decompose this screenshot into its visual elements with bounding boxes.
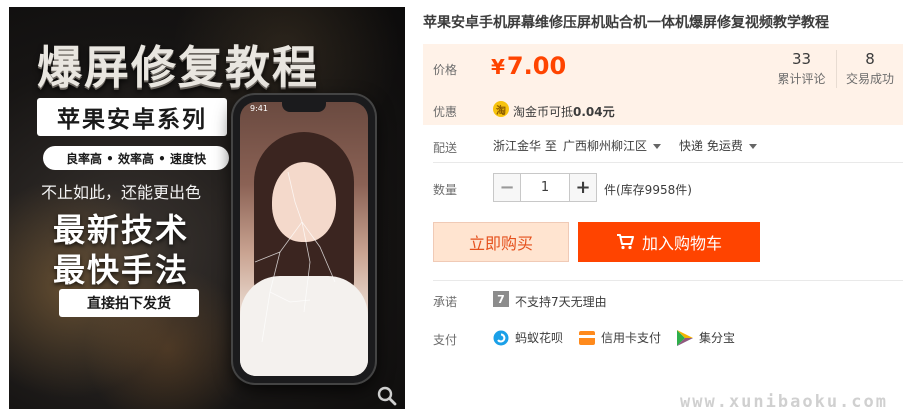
product-main-image[interactable]: 爆屏修复教程 苹果安卓系列 良率高 • 效率高 • 速度快 不止如此，还能更出色…: [9, 7, 405, 409]
review-count: 33: [791, 50, 812, 68]
credit-card-icon: [579, 330, 595, 345]
phone-screen: 9:41: [240, 102, 368, 376]
divider: [433, 280, 903, 281]
sales-count-stat[interactable]: 8 交易成功: [839, 50, 901, 87]
promotion-text-prefix: 淘金币可抵: [513, 105, 574, 119]
phone-status-time: 9:41: [250, 104, 268, 113]
no-7day-return-icon: 7: [493, 291, 509, 307]
price-amount: 7.00: [506, 52, 567, 80]
review-count-label: 累计评论: [777, 72, 826, 86]
shipping-origin: 浙江金华 至: [493, 139, 557, 153]
price-value: ¥7.00: [491, 52, 566, 80]
zoom-icon[interactable]: [376, 385, 398, 407]
stock-text: 件(库存9958件): [604, 183, 692, 197]
payment-huabei-label: 蚂蚁花呗: [515, 331, 564, 345]
cart-icon: [616, 234, 634, 250]
currency-symbol: ¥: [491, 55, 505, 79]
promo-headline: 爆屏修复教程: [37, 41, 320, 94]
promotion-amount: 0.04元: [573, 105, 615, 119]
screen-crack-lines: [254, 171, 336, 343]
promise-label: 承诺: [433, 295, 458, 309]
quantity-increase-button[interactable]: +: [569, 173, 597, 202]
payment-credit-card[interactable]: 信用卡支付: [579, 329, 661, 346]
phone-notch: [282, 102, 326, 112]
buy-now-button[interactable]: 立即购买: [433, 222, 569, 262]
price-label: 价格: [433, 63, 458, 77]
quantity-decrease-button[interactable]: −: [493, 173, 521, 202]
jifenbao-icon: [677, 329, 693, 346]
site-watermark: www.xunibaoku.com: [680, 392, 888, 412]
promo-subline: 不止如此，还能更出色: [41, 183, 202, 202]
shipping-method: 快递 免运费: [679, 139, 743, 153]
sales-count-label: 交易成功: [845, 72, 894, 86]
sales-count: 8: [865, 50, 875, 68]
promise-text: 不支持7天无理由: [515, 295, 607, 309]
payment-jifenbao-label: 集分宝: [699, 331, 736, 345]
payment-label: 支付: [433, 333, 458, 347]
shipping-label: 配送: [433, 141, 458, 155]
add-to-cart-button[interactable]: 加入购物车: [578, 222, 760, 262]
promotion-text: 淘金币可抵0.04元: [513, 103, 615, 120]
taobao-coin-icon: 淘: [493, 101, 509, 117]
promo-cta-badge: 直接拍下发货: [59, 289, 199, 317]
quantity-input[interactable]: 1: [521, 173, 569, 202]
chevron-down-icon: [748, 144, 757, 149]
chevron-down-icon: [653, 144, 662, 149]
review-count-stat[interactable]: 33 累计评论: [767, 50, 837, 88]
divider: [433, 162, 903, 163]
payment-credit-card-label: 信用卡支付: [601, 331, 662, 345]
quantity-label: 数量: [433, 183, 458, 197]
shipping-method-select[interactable]: 快递 免运费: [679, 137, 757, 154]
promo-big-line-2: 最快手法: [53, 251, 190, 289]
promo-series-badge: 苹果安卓系列: [37, 98, 227, 136]
huabei-icon: [493, 330, 509, 345]
price-panel: 价格 ¥7.00 33 累计评论 8 交易成功: [423, 44, 903, 93]
shipping-destination: 广西柳州柳江区: [563, 139, 648, 153]
payment-jifenbao[interactable]: 集分宝: [677, 329, 735, 346]
payment-huabei[interactable]: 蚂蚁花呗: [493, 329, 563, 346]
promotion-label: 优惠: [433, 105, 458, 119]
phone-illustration: 9:41: [233, 95, 375, 383]
shipping-destination-select[interactable]: 广西柳州柳江区: [563, 137, 662, 154]
product-title: 苹果安卓手机屏幕维修压屏机贴合机一体机爆屏修复视频教学教程: [423, 15, 829, 31]
promo-tags: 良率高 • 效率高 • 速度快: [43, 146, 229, 170]
add-to-cart-label: 加入购物车: [641, 234, 722, 253]
quantity-stepper: − 1 +: [493, 173, 597, 202]
